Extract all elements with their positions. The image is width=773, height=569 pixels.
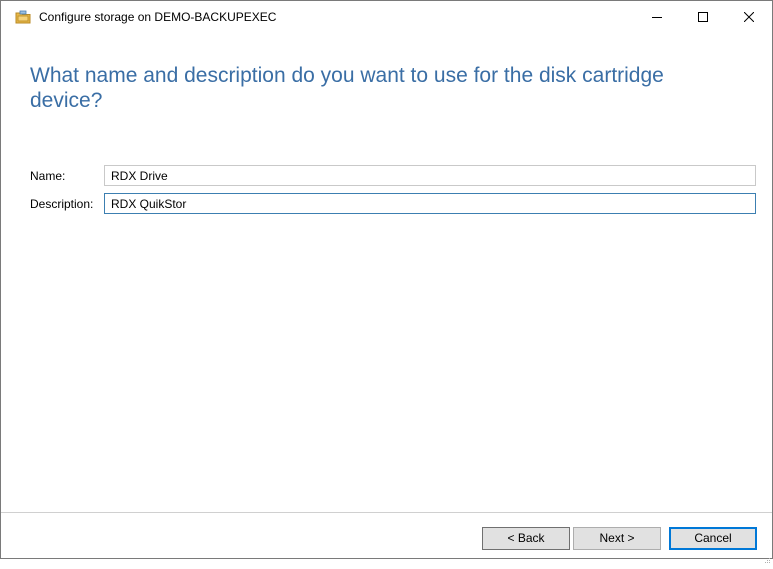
- close-button[interactable]: [726, 1, 772, 32]
- maximize-icon: [698, 11, 708, 22]
- window-title: Configure storage on DEMO-BACKUPEXEC: [39, 10, 277, 24]
- name-input[interactable]: [104, 165, 756, 186]
- title-bar[interactable]: Configure storage on DEMO-BACKUPEXEC: [1, 1, 772, 32]
- minimize-button[interactable]: [634, 1, 680, 32]
- close-icon: [744, 11, 754, 22]
- next-button[interactable]: Next >: [573, 527, 661, 550]
- description-label: Description:: [30, 197, 94, 211]
- storage-folder-icon: [15, 9, 31, 25]
- back-button[interactable]: < Back: [482, 527, 570, 550]
- configure-storage-dialog: Configure storage on DEMO-BACKUPEXEC Wha…: [0, 0, 773, 563]
- footer-divider: [1, 512, 772, 513]
- name-label: Name:: [30, 169, 66, 183]
- description-input[interactable]: [104, 193, 756, 214]
- cancel-button[interactable]: Cancel: [669, 527, 757, 550]
- resize-grip-icon[interactable]: [765, 551, 771, 563]
- page-heading: What name and description do you want to…: [30, 64, 664, 112]
- maximize-button[interactable]: [680, 1, 726, 32]
- minimize-icon: [652, 12, 662, 22]
